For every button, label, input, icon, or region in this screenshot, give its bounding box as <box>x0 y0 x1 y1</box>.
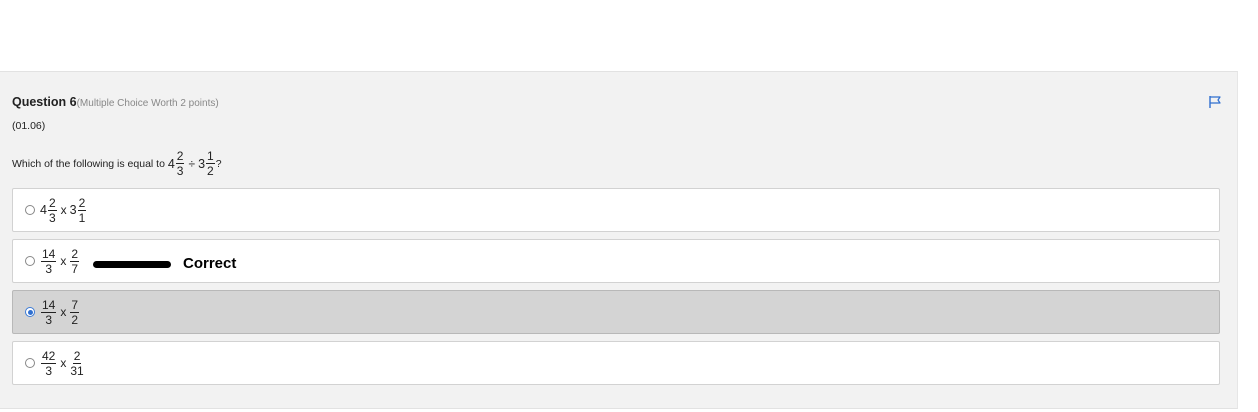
multiply-operator: x <box>60 305 67 319</box>
fraction-numerator: 2 <box>70 246 80 262</box>
option-fraction-1: 14 3 <box>41 297 57 327</box>
question-header: Question 6(Multiple Choice Worth 2 point… <box>12 95 219 109</box>
fraction-denominator: 2 <box>71 312 79 327</box>
fraction-numerator: 42 <box>41 348 57 364</box>
fraction-denominator: 2 <box>207 164 214 178</box>
question-prompt: Which of the following is equal to 4 2 3… <box>12 150 222 177</box>
question-worth: (Multiple Choice Worth 2 points) <box>76 98 219 109</box>
fraction-numerator: 2 <box>72 348 82 364</box>
annotation-marker <box>93 261 171 268</box>
option-fraction-1: 2 3 <box>47 195 57 225</box>
option-fraction-2: 2 1 <box>77 195 87 225</box>
multiply-operator: x <box>60 254 67 268</box>
prompt-text: Which of the following is equal to <box>12 157 165 170</box>
option-whole-1: 4 <box>40 203 47 217</box>
option-fraction-1: 14 3 <box>41 246 57 276</box>
prompt-question-mark: ? <box>215 157 222 170</box>
fraction-numerator: 1 <box>206 149 215 164</box>
answer-option-d[interactable]: 42 3 x 2 31 <box>12 341 1220 385</box>
option-fraction-2: 2 31 <box>70 350 83 377</box>
option-fraction-2: 2 7 <box>70 246 80 276</box>
fraction-numerator: 7 <box>70 297 80 313</box>
fraction-numerator: 14 <box>41 297 57 313</box>
fraction-denominator: 31 <box>70 363 84 378</box>
fraction-denominator: 3 <box>45 363 53 378</box>
option-whole-2: 3 <box>69 203 77 217</box>
radio-button[interactable] <box>25 358 35 368</box>
fraction-denominator: 3 <box>48 210 56 225</box>
multiply-operator: x <box>60 203 67 217</box>
fraction-denominator: 1 <box>78 210 86 225</box>
radio-button[interactable] <box>25 205 35 215</box>
radio-button[interactable] <box>25 256 35 266</box>
option-fraction-2: 7 2 <box>70 297 80 327</box>
question-title: Question 6 <box>12 95 77 109</box>
answer-option-c[interactable]: 14 3 x 7 2 <box>12 290 1220 334</box>
fraction-numerator: 2 <box>77 195 87 211</box>
correct-annotation: Correct <box>183 255 237 272</box>
prompt-fraction-a: 2 3 <box>175 149 185 178</box>
question-code: (01.06) <box>12 120 46 132</box>
fraction-denominator: 7 <box>71 261 79 276</box>
divide-operator: ÷ <box>188 156 196 171</box>
answer-option-a[interactable]: 4 2 3 x 3 2 1 <box>12 188 1220 232</box>
question-panel: Question 6(Multiple Choice Worth 2 point… <box>0 71 1238 409</box>
flag-icon[interactable] <box>1208 95 1222 109</box>
multiply-operator: x <box>60 356 67 370</box>
option-fraction-1: 42 3 <box>41 348 57 378</box>
fraction-denominator: 3 <box>176 164 184 178</box>
fraction-numerator: 14 <box>41 246 57 262</box>
prompt-fraction-b: 1 2 <box>206 150 215 177</box>
radio-button-selected[interactable] <box>25 307 35 317</box>
prompt-whole-a: 4 <box>167 156 175 171</box>
prompt-whole-b: 3 <box>198 156 206 171</box>
fraction-denominator: 3 <box>45 261 53 276</box>
fraction-numerator: 2 <box>175 149 185 164</box>
answer-option-b[interactable]: 14 3 x 2 7 Correct <box>12 239 1220 283</box>
fraction-denominator: 3 <box>45 312 53 327</box>
fraction-numerator: 2 <box>47 195 57 211</box>
